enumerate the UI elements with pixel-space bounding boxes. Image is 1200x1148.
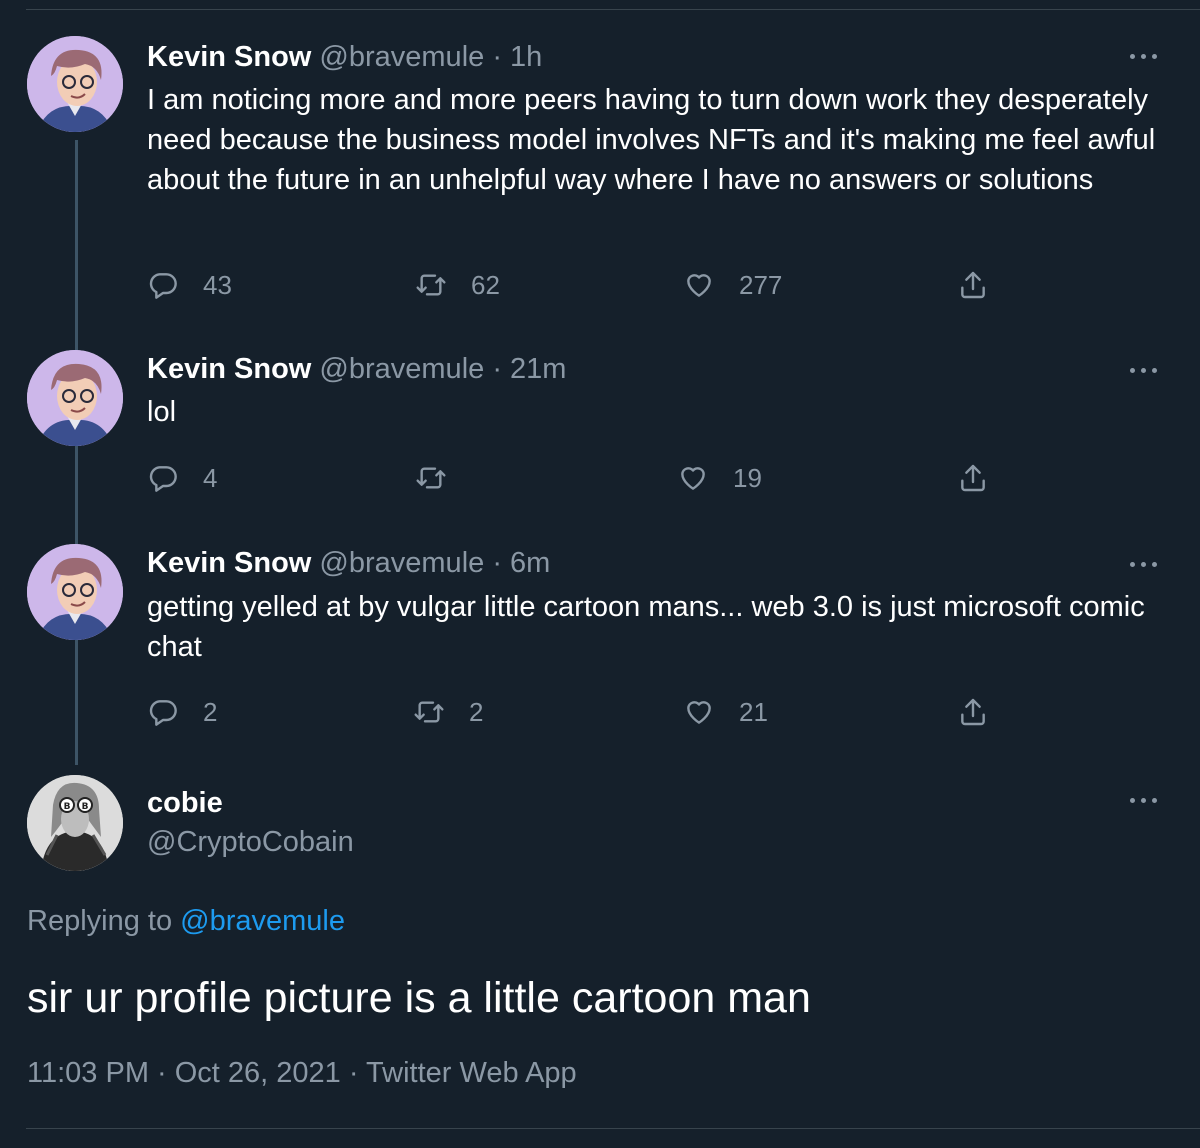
cartoon-avatar-image: [27, 350, 123, 446]
retweet-icon: [414, 701, 444, 723]
avatar[interactable]: B B: [27, 775, 123, 871]
more-icon-dot: [1141, 562, 1146, 567]
tweet-actions: 2 2 21: [147, 692, 1027, 732]
replying-prefix: Replying to: [27, 905, 173, 937]
like-count: 277: [739, 269, 783, 300]
heart-icon: [687, 701, 711, 724]
reply-button[interactable]: 2: [147, 692, 217, 732]
avatar[interactable]: [27, 350, 123, 446]
share-button[interactable]: [957, 692, 1013, 732]
tweet-text: getting yelled at by vulgar little carto…: [147, 591, 1145, 663]
reply-button[interactable]: 4: [147, 458, 217, 498]
reply-count: 2: [203, 696, 218, 727]
more-icon: [1130, 798, 1135, 803]
tweet-header: Kevin Snow @bravemule · 6m: [147, 546, 550, 580]
retweet-button[interactable]: [415, 458, 471, 498]
heart-icon: [687, 274, 711, 297]
more-icon-dot: [1141, 798, 1146, 803]
reply-icon: [149, 273, 177, 299]
more-options-button[interactable]: [1126, 790, 1166, 810]
retweet-button[interactable]: 2: [413, 692, 483, 732]
retweet-icon: [416, 467, 446, 489]
heart-icon: [681, 467, 705, 490]
retweet-count: 62: [471, 269, 500, 300]
more-icon: [1130, 562, 1135, 567]
more-icon-dot: [1141, 368, 1146, 373]
like-count: 19: [733, 462, 762, 493]
display-name[interactable]: Kevin Snow: [147, 41, 311, 73]
reply-icon: [149, 700, 177, 726]
more-icon-dot: [1152, 54, 1157, 59]
tweet-header: cobie: [147, 786, 223, 820]
avatar[interactable]: [27, 36, 123, 132]
user-handle[interactable]: @bravemule: [319, 353, 484, 385]
bottom-divider: [26, 1128, 1200, 1129]
share-icon: [961, 271, 985, 299]
like-button[interactable]: 19: [677, 458, 762, 498]
more-icon-dot: [1152, 562, 1157, 567]
cartoon-avatar-image: [27, 36, 123, 132]
thread-tweet[interactable]: Kevin Snow @bravemule · 21m lol 4 19: [0, 330, 1200, 530]
user-handle[interactable]: @bravemule: [319, 547, 484, 579]
share-button[interactable]: [957, 458, 1013, 498]
like-count: 21: [739, 696, 768, 727]
photo-avatar-image: B B: [27, 775, 123, 871]
share-icon: [961, 698, 985, 726]
reply-icon: [149, 466, 177, 492]
more-icon-dot: [1152, 798, 1157, 803]
more-icon: [1130, 368, 1135, 373]
more-icon-dot: [1152, 368, 1157, 373]
tweet-text: I am noticing more and more peers having…: [147, 84, 1156, 196]
timestamp[interactable]: · 1h: [492, 41, 542, 73]
display-name[interactable]: Kevin Snow: [147, 547, 311, 579]
thread-tweet[interactable]: Kevin Snow @bravemule · 1h I am noticing…: [0, 0, 1200, 330]
more-icon: [1130, 54, 1135, 59]
display-name[interactable]: Kevin Snow: [147, 353, 311, 385]
tweet-actions: 4 19: [147, 458, 1027, 498]
retweet-count: 2: [469, 696, 484, 727]
tweet-text: lol: [147, 396, 177, 428]
more-options-button[interactable]: [1126, 554, 1166, 574]
thread-tweet[interactable]: Kevin Snow @bravemule · 6m getting yelle…: [0, 530, 1200, 760]
retweet-button[interactable]: 62: [415, 265, 500, 305]
reply-count: 4: [203, 462, 218, 493]
reply-count: 43: [203, 269, 232, 300]
share-button[interactable]: [957, 265, 1013, 305]
main-tweet-text: sir ur profile picture is a little carto…: [27, 974, 811, 1022]
display-name[interactable]: cobie: [147, 787, 223, 819]
svg-text:B: B: [64, 802, 71, 812]
user-handle[interactable]: @CryptoCobain: [147, 826, 354, 859]
tweet-actions: 43 62 277: [147, 265, 1027, 305]
avatar[interactable]: [27, 544, 123, 640]
like-button[interactable]: 277: [683, 265, 782, 305]
cartoon-avatar-image: [27, 544, 123, 640]
more-options-button[interactable]: [1126, 360, 1166, 380]
tweet-header: Kevin Snow @bravemule · 1h: [147, 40, 542, 74]
tweet-meta[interactable]: 11:03 PM · Oct 26, 2021 · Twitter Web Ap…: [27, 1057, 577, 1090]
timestamp[interactable]: · 21m: [492, 353, 566, 385]
svg-text:B: B: [82, 802, 89, 812]
like-button[interactable]: 21: [683, 692, 768, 732]
retweet-icon: [416, 274, 446, 296]
more-options-button[interactable]: [1126, 46, 1166, 66]
timestamp[interactable]: · 6m: [492, 547, 550, 579]
reply-button[interactable]: 43: [147, 265, 232, 305]
tweet-header: Kevin Snow @bravemule · 21m: [147, 352, 566, 386]
share-icon: [961, 464, 985, 492]
replying-to: Replying to @bravemule: [27, 905, 345, 938]
more-icon-dot: [1141, 54, 1146, 59]
user-handle[interactable]: @bravemule: [319, 41, 484, 73]
replying-to-link[interactable]: @bravemule: [180, 905, 345, 937]
